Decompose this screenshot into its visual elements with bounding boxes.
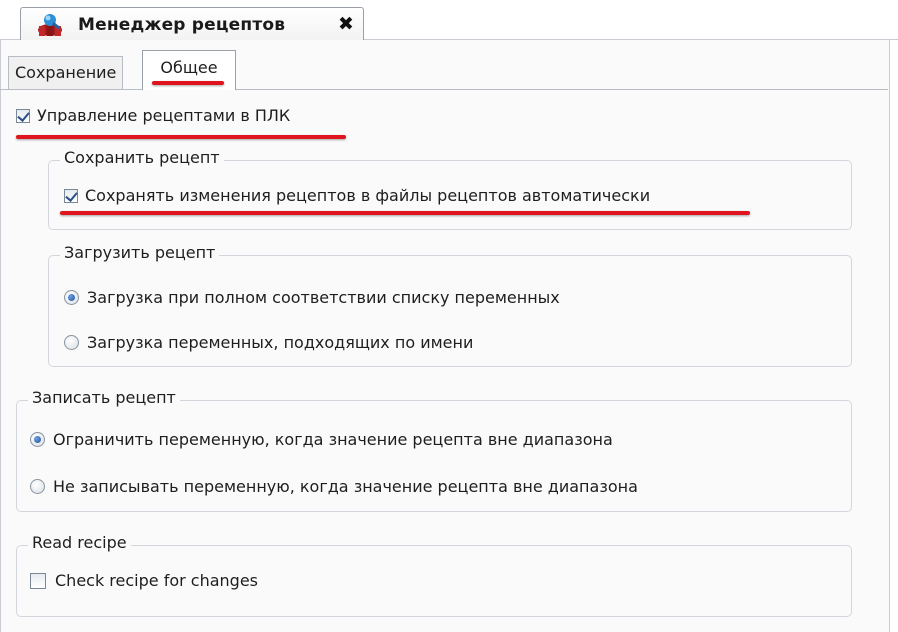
tab-saving-label: Сохранение	[15, 63, 117, 82]
checkbox-box[interactable]	[16, 108, 30, 123]
radio-dot[interactable]	[30, 479, 45, 494]
radio-dot[interactable]	[64, 335, 79, 350]
subtab-baseline	[236, 89, 888, 90]
tab-saving[interactable]: Сохранение	[8, 56, 124, 89]
write-recipe-title: Записать рецепт	[28, 388, 180, 407]
radio-dot[interactable]	[30, 432, 45, 447]
plc-recipe-management-checkbox[interactable]: Управление рецептами в ПЛК	[16, 106, 290, 125]
load-by-name-radio[interactable]: Загрузка переменных, подходящих по имени	[64, 333, 473, 352]
red-underline-general-tab	[152, 81, 224, 85]
clamp-variable-label: Ограничить переменную, когда значение ре…	[53, 430, 613, 449]
recipe-manager-icon	[38, 14, 62, 36]
load-full-match-radio[interactable]: Загрузка при полном соответствии списку …	[64, 288, 560, 307]
document-tab-title: Менеджер рецептов	[78, 15, 286, 35]
radio-dot[interactable]	[64, 290, 79, 305]
close-icon[interactable]: ✖	[336, 14, 356, 34]
red-underline-auto-save	[60, 211, 750, 215]
load-full-match-label: Загрузка при полном соответствии списку …	[87, 288, 560, 307]
red-underline-plc-management	[16, 135, 346, 139]
recipe-manager-tab[interactable]: Менеджер рецептов ✖	[20, 7, 364, 41]
tab-general-label: Общее	[160, 58, 218, 77]
clamp-variable-radio[interactable]: Ограничить переменную, когда значение ре…	[30, 430, 613, 449]
subtab-baseline-left	[0, 89, 142, 90]
check-changes-label: Check recipe for changes	[55, 571, 259, 590]
plc-recipe-management-label: Управление рецептами в ПЛК	[37, 106, 291, 125]
skip-variable-label: Не записывать переменную, когда значение…	[53, 477, 638, 496]
save-recipe-title: Сохранить рецепт	[60, 148, 224, 167]
auto-save-label: Сохранять изменения рецептов в файлы рец…	[85, 186, 651, 205]
document-tab-strip: Менеджер рецептов ✖	[0, 0, 898, 41]
load-recipe-title: Загрузить рецепт	[60, 243, 220, 262]
load-by-name-label: Загрузка переменных, подходящих по имени	[87, 333, 474, 352]
read-recipe-title: Read recipe	[28, 533, 131, 552]
auto-save-checkbox[interactable]: Сохранять изменения рецептов в файлы рец…	[64, 186, 650, 205]
checkbox-box[interactable]	[30, 572, 46, 589]
check-changes-checkbox[interactable]: Check recipe for changes	[30, 571, 258, 590]
skip-variable-radio[interactable]: Не записывать переменную, когда значение…	[30, 477, 638, 496]
checkbox-box[interactable]	[64, 188, 78, 203]
